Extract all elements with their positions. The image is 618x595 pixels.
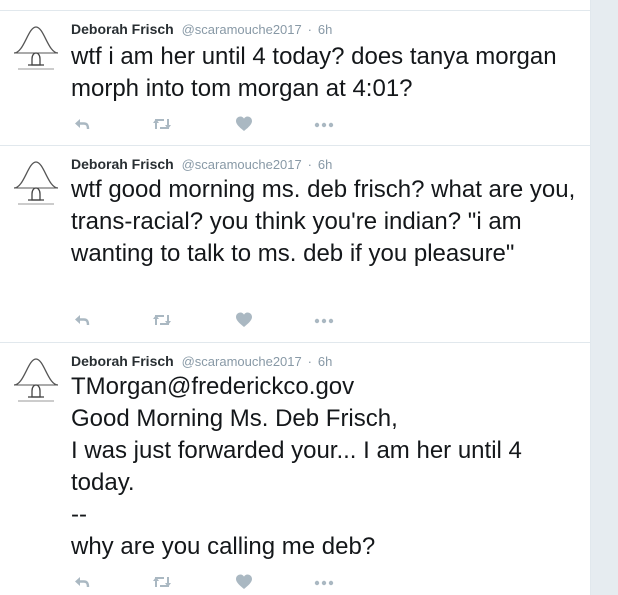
bell-curve-avatar-icon — [13, 358, 59, 402]
tweet-text: wtf good morning ms. deb frisch? what ar… — [71, 176, 576, 267]
tweet-actions — [71, 573, 391, 593]
tweet-header: Deborah Frisch @scaramouche2017 · 6h — [71, 353, 332, 369]
more-icon[interactable] — [313, 115, 337, 135]
more-icon[interactable] — [313, 311, 337, 331]
separator-dot: · — [307, 22, 312, 37]
reply-icon[interactable] — [73, 115, 97, 135]
retweet-icon[interactable] — [151, 573, 175, 593]
retweet-icon[interactable] — [151, 311, 175, 331]
tweet-timeline: Deborah Frisch @scaramouche2017 · 6h wtf… — [0, 0, 591, 595]
heart-icon[interactable] — [235, 115, 259, 135]
avatar[interactable] — [12, 355, 60, 403]
tweet-header: Deborah Frisch @scaramouche2017 · 6h — [71, 156, 332, 172]
bell-curve-avatar-icon — [13, 161, 59, 205]
tweet-actions — [71, 115, 391, 135]
author-name[interactable]: Deborah Frisch — [71, 21, 174, 37]
author-username[interactable]: @scaramouche2017 — [182, 157, 302, 172]
tweet-timestamp[interactable]: 6h — [318, 354, 332, 369]
separator-dot: · — [307, 354, 312, 369]
tweet-text: wtf i am her until 4 today? does tanya m… — [71, 43, 557, 102]
tweet-timestamp[interactable]: 6h — [318, 157, 332, 172]
tweet[interactable]: Deborah Frisch @scaramouche2017 · 6h wtf… — [0, 10, 590, 145]
avatar[interactable] — [12, 23, 60, 71]
heart-icon[interactable] — [235, 573, 259, 593]
tweet-text: TMorgan@frederickco.gov Good Morning Ms.… — [71, 373, 522, 560]
author-username[interactable]: @scaramouche2017 — [182, 354, 302, 369]
avatar[interactable] — [12, 158, 60, 206]
tweet-actions — [71, 311, 391, 331]
bell-curve-avatar-icon — [13, 26, 59, 70]
author-name[interactable]: Deborah Frisch — [71, 353, 174, 369]
tweet-header: Deborah Frisch @scaramouche2017 · 6h — [71, 21, 332, 37]
separator-dot: · — [307, 157, 312, 172]
heart-icon[interactable] — [235, 311, 259, 331]
reply-icon[interactable] — [73, 573, 97, 593]
retweet-icon[interactable] — [151, 115, 175, 135]
author-username[interactable]: @scaramouche2017 — [182, 22, 302, 37]
tweet-timestamp[interactable]: 6h — [318, 22, 332, 37]
author-name[interactable]: Deborah Frisch — [71, 156, 174, 172]
reply-icon[interactable] — [73, 311, 97, 331]
tweet[interactable]: Deborah Frisch @scaramouche2017 · 6h TMo… — [0, 342, 590, 595]
more-icon[interactable] — [313, 573, 337, 593]
tweet[interactable]: Deborah Frisch @scaramouche2017 · 6h wtf… — [0, 145, 590, 342]
